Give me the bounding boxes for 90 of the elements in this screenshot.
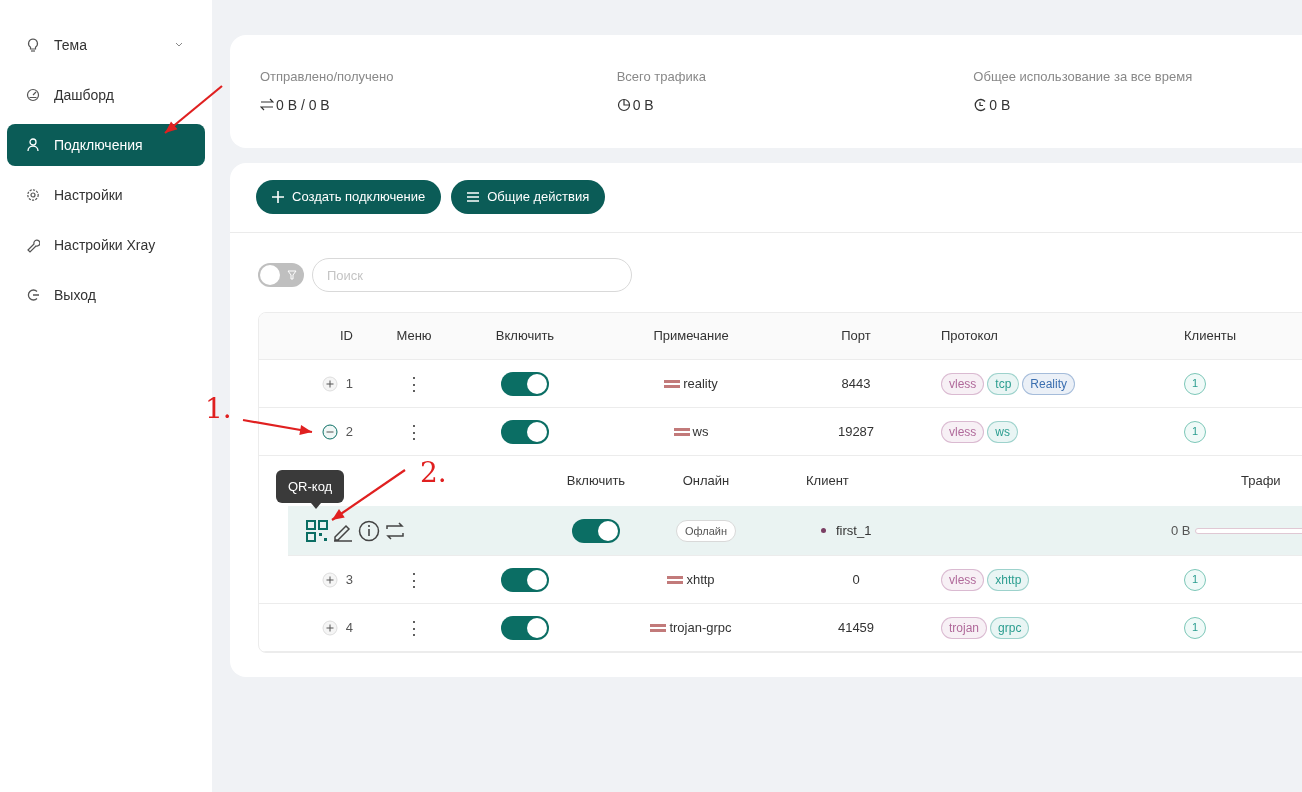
more-menu[interactable]: ⋮ (405, 570, 423, 589)
toggle-switch[interactable] (501, 615, 549, 640)
gauge-icon (26, 87, 40, 103)
stat-value: 0 B (989, 95, 1011, 115)
toggle-switch[interactable] (572, 518, 620, 543)
column-header: Порт (841, 328, 871, 344)
client-count: 1 (1184, 616, 1206, 639)
swap-icon (260, 97, 274, 113)
plus-icon (272, 191, 284, 203)
dot-icon (821, 528, 826, 533)
toggle-switch[interactable] (501, 371, 549, 396)
protocol-tag: xhttp (987, 568, 1030, 591)
protocol-tag: grpc (990, 616, 1030, 639)
client-count: 1 (1184, 372, 1206, 395)
logout-icon (26, 287, 40, 303)
tooltip: QR-код (276, 470, 345, 503)
column-header: Клиенты (1184, 328, 1237, 344)
stat-label: Общее использование за все время (973, 68, 1194, 86)
column-header: Онлайн (682, 473, 730, 489)
traffic-text: 0 B (1171, 521, 1191, 540)
column-header: Включить (566, 473, 626, 489)
bulb-icon (26, 37, 40, 53)
more-menu[interactable]: ⋮ (405, 374, 423, 393)
qr-code-icon[interactable] (306, 519, 328, 542)
clock-icon (973, 97, 988, 113)
row-id: 4 (345, 618, 353, 637)
remark-text: trojan-grpc (669, 618, 732, 637)
collapse-icon[interactable] (321, 423, 338, 440)
column-header: Включить (495, 328, 555, 344)
remark-text: reality (683, 374, 718, 393)
sidebar-item[interactable]: Тема (7, 24, 205, 66)
column-header: Трафи (1241, 473, 1281, 489)
stat-label: Отправлено/получено (260, 68, 395, 86)
port-text: 19287 (837, 423, 875, 439)
row-id: 2 (345, 422, 353, 441)
sidebar-item[interactable]: Настройки Xray (7, 224, 205, 266)
sidebar-item[interactable]: Дашборд (7, 74, 205, 116)
filter-icon (287, 270, 297, 280)
column-header: Протокол (941, 328, 998, 344)
client-count: 1 (1184, 420, 1206, 443)
port-text: 0 (852, 571, 860, 587)
sidebar-item[interactable]: Настройки (7, 174, 205, 216)
status-badge: Офлайн (675, 519, 737, 542)
protocol-tag: Reality (1022, 372, 1076, 395)
settings-icon (26, 187, 40, 203)
filter-toggle[interactable] (258, 263, 304, 287)
client-count: 1 (1184, 568, 1206, 591)
row-id: 3 (345, 570, 353, 589)
wrench-icon (26, 237, 40, 253)
repeat-icon[interactable] (384, 519, 406, 542)
bars-icon (673, 426, 690, 437)
protocol-tag: trojan (941, 616, 988, 639)
column-header: Меню (396, 328, 432, 344)
pie-chart-icon (616, 97, 631, 113)
port-text: 8443 (841, 375, 871, 391)
column-header: Примечание (653, 328, 729, 344)
stat-label: Всего трафика (616, 68, 707, 86)
client-name: first_1 (836, 521, 872, 540)
chevron-down-icon (175, 42, 183, 48)
stat-value: 0 B (632, 95, 654, 115)
protocol-tag: vless (941, 372, 985, 395)
remark-text: ws (692, 422, 709, 441)
menu-icon (467, 191, 480, 203)
column-header: ID (340, 328, 353, 344)
toggle-switch[interactable] (501, 567, 549, 592)
info-icon[interactable] (358, 519, 380, 542)
tooltip-pointer-icon (311, 503, 321, 509)
toggle-switch[interactable] (501, 419, 549, 444)
row-id: 1 (345, 374, 353, 393)
search-field[interactable]: Поиск (312, 258, 632, 292)
protocol-tag: vless (941, 568, 985, 591)
bars-icon (664, 378, 681, 389)
actions-button[interactable]: Общие действия (451, 180, 606, 214)
protocol-tag: tcp (987, 372, 1020, 395)
create-button[interactable]: Создать подключение (256, 180, 442, 214)
column-header: Клиент (806, 473, 849, 489)
remark-text: xhttp (686, 570, 715, 589)
bars-icon (650, 622, 667, 633)
protocol-tag: vless (941, 420, 985, 443)
bars-icon (667, 574, 684, 585)
more-menu[interactable]: ⋮ (405, 422, 423, 441)
annotation-label: 2. (420, 455, 447, 491)
sidebar-item[interactable]: Выход (7, 274, 205, 316)
more-menu[interactable]: ⋮ (405, 618, 423, 637)
annotation-label: 1. (205, 391, 232, 427)
stat-value: 0 B / 0 B (276, 95, 330, 115)
protocol-tag: ws (987, 420, 1018, 443)
port-text: 41459 (837, 619, 875, 635)
sidebar-item[interactable]: Подключения (7, 124, 205, 166)
user-icon (26, 137, 40, 153)
